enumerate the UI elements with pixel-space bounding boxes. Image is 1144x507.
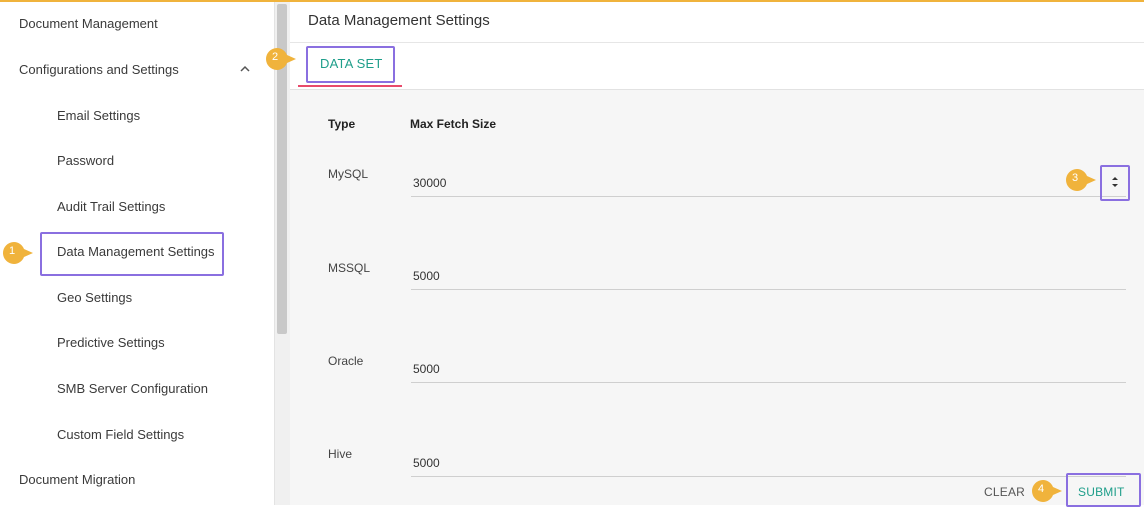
column-header-max-fetch-size: Max Fetch Size (410, 117, 497, 131)
highlight-box-data-management-settings (40, 232, 224, 276)
step-number: 1 (8, 245, 16, 257)
step-marker-1: 1 (3, 242, 33, 264)
column-header-type: Type (328, 117, 356, 131)
step-marker-4: 4 (1032, 480, 1062, 502)
row-type-label: MSSQL (328, 261, 371, 275)
max-fetch-size-input[interactable]: 5000 (411, 358, 1126, 383)
row-type-label: Hive (328, 447, 353, 461)
highlight-box-submit (1066, 473, 1141, 507)
main-panel: Data Management Settings DATA SET Type M… (290, 2, 1144, 505)
max-fetch-size-input[interactable]: 30000 (411, 172, 1126, 197)
max-fetch-size-input[interactable]: 5000 (411, 452, 1126, 477)
row-type-label: Oracle (328, 354, 364, 368)
row-type-label: MySQL (328, 167, 369, 181)
tab-bar: DATA SET (290, 43, 1144, 90)
step-number: 4 (1037, 483, 1045, 495)
sidebar-item-document-management[interactable]: Document Management (19, 16, 293, 31)
clear-button[interactable]: CLEAR (984, 485, 1025, 499)
step-number: 3 (1071, 172, 1079, 184)
field-value: 5000 (413, 269, 440, 283)
highlight-box-data-set-tab (306, 46, 395, 83)
field-value: 5000 (413, 456, 440, 470)
step-marker-2: 2 (266, 48, 296, 70)
step-marker-3: 3 (1066, 169, 1096, 191)
field-value: 30000 (413, 176, 447, 190)
chevron-up-icon[interactable] (238, 62, 252, 76)
step-number: 2 (271, 51, 279, 63)
highlight-box-stepper (1100, 165, 1130, 201)
sidebar-item-document-migration[interactable]: Document Migration (19, 472, 293, 487)
page-title: Data Management Settings (308, 12, 490, 29)
max-fetch-size-input[interactable]: 5000 (411, 265, 1126, 290)
page-header: Data Management Settings (290, 2, 1144, 43)
active-tab-indicator (298, 85, 402, 87)
field-value: 5000 (413, 362, 440, 376)
